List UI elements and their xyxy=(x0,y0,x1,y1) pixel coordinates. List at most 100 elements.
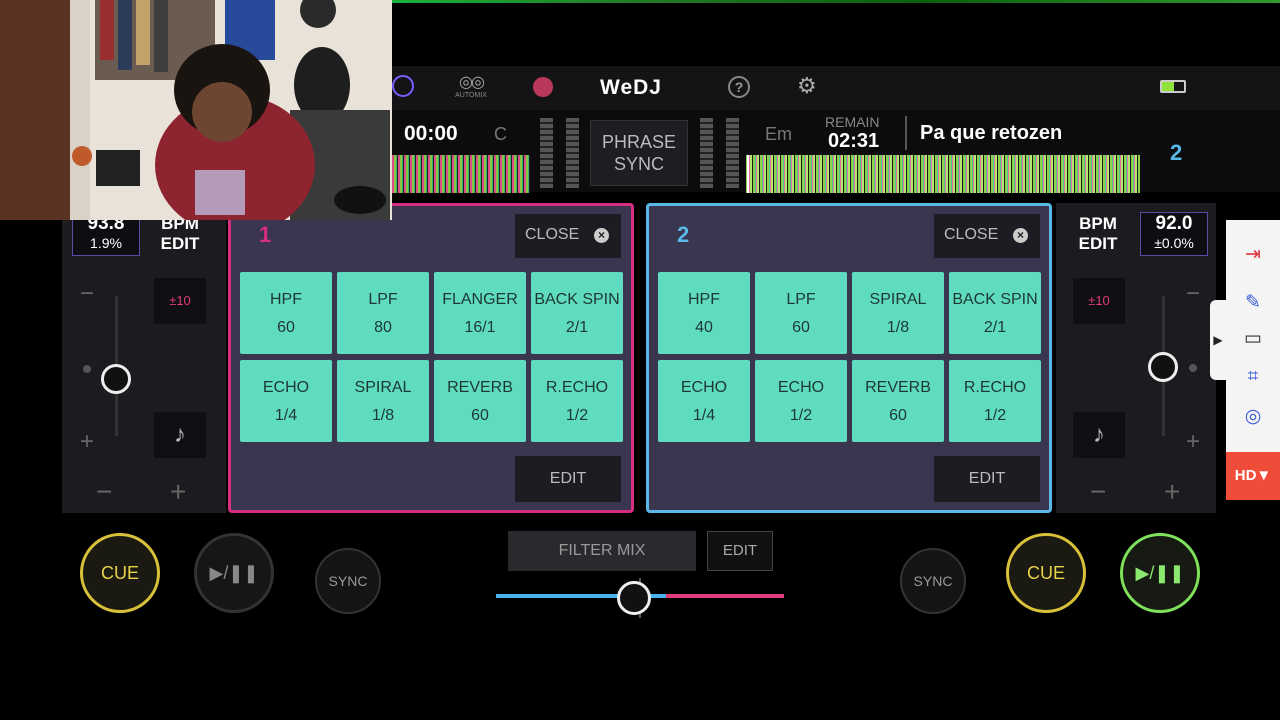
deck1-level-meter-r xyxy=(566,118,579,188)
deck2-pitch-plus-bottom: + xyxy=(1186,428,1201,455)
fx1-pad-lpf[interactable]: LPF 80 xyxy=(337,272,429,354)
deck2-remain-time: 02:31 xyxy=(828,130,880,152)
pad-effect-name: SPIRAL xyxy=(869,291,927,308)
fx1-pad-r-echo[interactable]: R.ECHO 1/2 xyxy=(531,360,623,442)
pad-effect-name: REVERB xyxy=(865,379,931,396)
deck1-bpm-edit-button[interactable]: BPM EDIT xyxy=(148,214,212,254)
deck1-range-button[interactable]: ±10 xyxy=(154,278,206,324)
deck1-cue-button[interactable]: CUE xyxy=(80,533,160,613)
battery-icon xyxy=(1160,80,1186,93)
fx2-pad-r-echo[interactable]: R.ECHO 1/2 xyxy=(949,360,1041,442)
deck1-pitch-bend-plus[interactable]: + xyxy=(170,478,186,506)
fx2-pad-spiral[interactable]: SPIRAL 1/8 xyxy=(852,272,944,354)
pad-effect-name: HPF xyxy=(270,291,302,308)
record-button[interactable] xyxy=(533,77,553,97)
pen-icon[interactable]: ✎ xyxy=(1242,292,1264,314)
hd-quality-button[interactable]: HD▼ xyxy=(1226,452,1280,500)
fx1-pad-spiral[interactable]: SPIRAL 1/8 xyxy=(337,360,429,442)
pad-effect-name: REVERB xyxy=(447,379,513,396)
close-icon: × xyxy=(1013,228,1028,243)
fx1-pad-echo[interactable]: ECHO 1/4 xyxy=(240,360,332,442)
deck-toggle-icon[interactable] xyxy=(392,75,414,97)
deck1-center-dot xyxy=(83,365,91,373)
pad-effect-name: BACK SPIN xyxy=(952,291,1038,308)
deck2-level-meter-l xyxy=(700,118,713,188)
record-target-icon[interactable]: ◎ xyxy=(1242,406,1264,428)
deck2-number: 2 xyxy=(1170,140,1183,165)
fx2-pad-reverb[interactable]: REVERB 60 xyxy=(852,360,944,442)
automix-button[interactable]: ◎◎ AUTOMIX xyxy=(452,72,490,99)
fx1-pad-flanger[interactable]: FLANGER 16/1 xyxy=(434,272,526,354)
deck2-tempo-slider[interactable] xyxy=(1148,352,1178,382)
pad-effect-name: SPIRAL xyxy=(354,379,412,396)
deck2-pitch-bend-plus[interactable]: + xyxy=(1164,478,1180,506)
exit-icon[interactable]: ⇥ xyxy=(1242,244,1264,266)
deck1-keylock-icon[interactable]: ♪ xyxy=(154,412,206,458)
fx1-pad-hpf[interactable]: HPF 60 xyxy=(240,272,332,354)
deck2-bpm-edit-button[interactable]: BPM EDIT xyxy=(1066,214,1130,254)
fx1-deck-number: 1 xyxy=(259,222,272,247)
deck1-tempo-slider[interactable] xyxy=(101,364,131,394)
pad-effect-value: 1/8 xyxy=(371,407,395,424)
recorder-toolbar-collapse-tab[interactable]: ▶ xyxy=(1210,300,1226,380)
fx2-pad-echo[interactable]: ECHO 1/4 xyxy=(658,360,750,442)
deck1-time: 00:00 xyxy=(404,122,458,145)
deck1-level-meter-l xyxy=(540,118,553,188)
fx2-pad-hpf[interactable]: HPF 40 xyxy=(658,272,750,354)
help-icon[interactable]: ? xyxy=(728,76,750,98)
pad-effect-value: 80 xyxy=(374,319,392,336)
fx2-pad-lpf[interactable]: LPF 60 xyxy=(755,272,847,354)
deck1-play-pause-button[interactable]: ▶/❚❚ xyxy=(194,533,274,613)
fx1-pad-back-spin[interactable]: BACK SPIN 2/1 xyxy=(531,272,623,354)
fx2-deck-number: 2 xyxy=(677,222,690,247)
deck2-cue-button[interactable]: CUE xyxy=(1006,533,1086,613)
deck2-remain-label: REMAIN xyxy=(825,114,880,130)
close-icon: × xyxy=(594,228,609,243)
automix-label: AUTOMIX xyxy=(455,92,487,99)
pad-effect-value: 2/1 xyxy=(983,319,1007,336)
pad-effect-name: LPF xyxy=(368,291,398,308)
deck1-pitch-value: 1.9% xyxy=(90,235,122,251)
fx1-close-button[interactable]: CLOSE × xyxy=(515,214,621,258)
phrase-sync-button[interactable]: PHRASE SYNC xyxy=(590,120,688,186)
pad-effect-value: 1/2 xyxy=(789,407,813,424)
divider xyxy=(905,116,907,150)
deck2-key: Em xyxy=(765,124,792,144)
top-waveform-strip xyxy=(390,0,1280,3)
crop-icon[interactable]: ⌗ xyxy=(1242,366,1264,388)
pad-effect-value: 60 xyxy=(889,407,907,424)
fx2-pad-echo[interactable]: ECHO 1/2 xyxy=(755,360,847,442)
crossfader-knob[interactable] xyxy=(617,581,652,615)
fx2-close-label: CLOSE xyxy=(944,226,999,243)
automix-icon: ◎◎ xyxy=(459,74,485,91)
deck1-pitch-minus-top: − xyxy=(80,280,95,307)
pad-effect-name: ECHO xyxy=(777,379,825,396)
deck2-pitch-value: ±0.0% xyxy=(1154,235,1194,251)
pad-effect-name: ECHO xyxy=(680,379,728,396)
fx2-pad-back-spin[interactable]: BACK SPIN 2/1 xyxy=(949,272,1041,354)
pad-effect-value: 2/1 xyxy=(565,319,589,336)
filter-mix-edit-button[interactable]: EDIT xyxy=(707,531,773,571)
deck1-sync-button[interactable]: SYNC xyxy=(315,548,381,614)
deck2-center-dot xyxy=(1189,364,1197,372)
deck2-keylock-icon[interactable]: ♪ xyxy=(1073,412,1125,458)
pad-effect-value: 1/4 xyxy=(274,407,298,424)
fx2-close-button[interactable]: CLOSE × xyxy=(934,214,1040,258)
deck2-range-button[interactable]: ±10 xyxy=(1073,278,1125,324)
pad-effect-value: 40 xyxy=(695,319,713,336)
screenshot-icon[interactable]: ▭ xyxy=(1242,328,1264,350)
deck2-sync-button[interactable]: SYNC xyxy=(900,548,966,614)
deck2-play-pause-button[interactable]: ▶/❚❚ xyxy=(1120,533,1200,613)
deck2-pitch-bend-minus[interactable]: − xyxy=(1090,478,1106,506)
fx2-edit-button[interactable]: EDIT xyxy=(934,456,1040,502)
fx1-pad-reverb[interactable]: REVERB 60 xyxy=(434,360,526,442)
filter-mix-button[interactable]: FILTER MIX xyxy=(508,531,696,571)
app-header xyxy=(390,66,1280,110)
fx1-edit-button[interactable]: EDIT xyxy=(515,456,621,502)
deck2-playhead xyxy=(747,155,749,193)
settings-icon[interactable]: ⚙ xyxy=(797,73,817,99)
pad-effect-name: R.ECHO xyxy=(545,379,609,396)
pad-effect-value: 1/8 xyxy=(886,319,910,336)
deck1-pitch-bend-minus[interactable]: − xyxy=(96,478,112,506)
deck1-waveform xyxy=(392,155,530,193)
